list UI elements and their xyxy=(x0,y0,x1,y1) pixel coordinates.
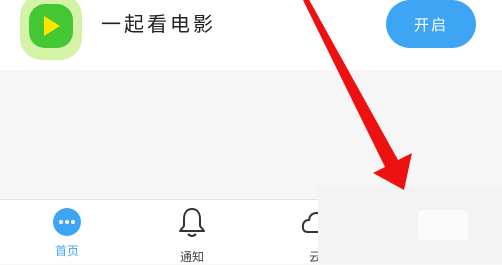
app-icon[interactable] xyxy=(20,0,82,60)
play-icon xyxy=(44,16,60,36)
tab-home[interactable]: 首页 xyxy=(32,204,102,259)
app-icon-inner xyxy=(29,4,73,48)
tab-home-label: 首页 xyxy=(54,244,79,258)
chat-bubble-icon xyxy=(53,208,81,236)
open-button[interactable]: 开启 xyxy=(386,0,476,48)
tab-notifications[interactable]: 通知 xyxy=(157,204,227,265)
app-list-row: 一起看电影 开启 xyxy=(0,0,502,70)
blurred-region xyxy=(318,186,502,264)
bell-icon xyxy=(179,208,205,237)
app-name: 一起看电影 xyxy=(101,12,216,36)
tab-notifications-label: 通知 xyxy=(179,250,204,264)
